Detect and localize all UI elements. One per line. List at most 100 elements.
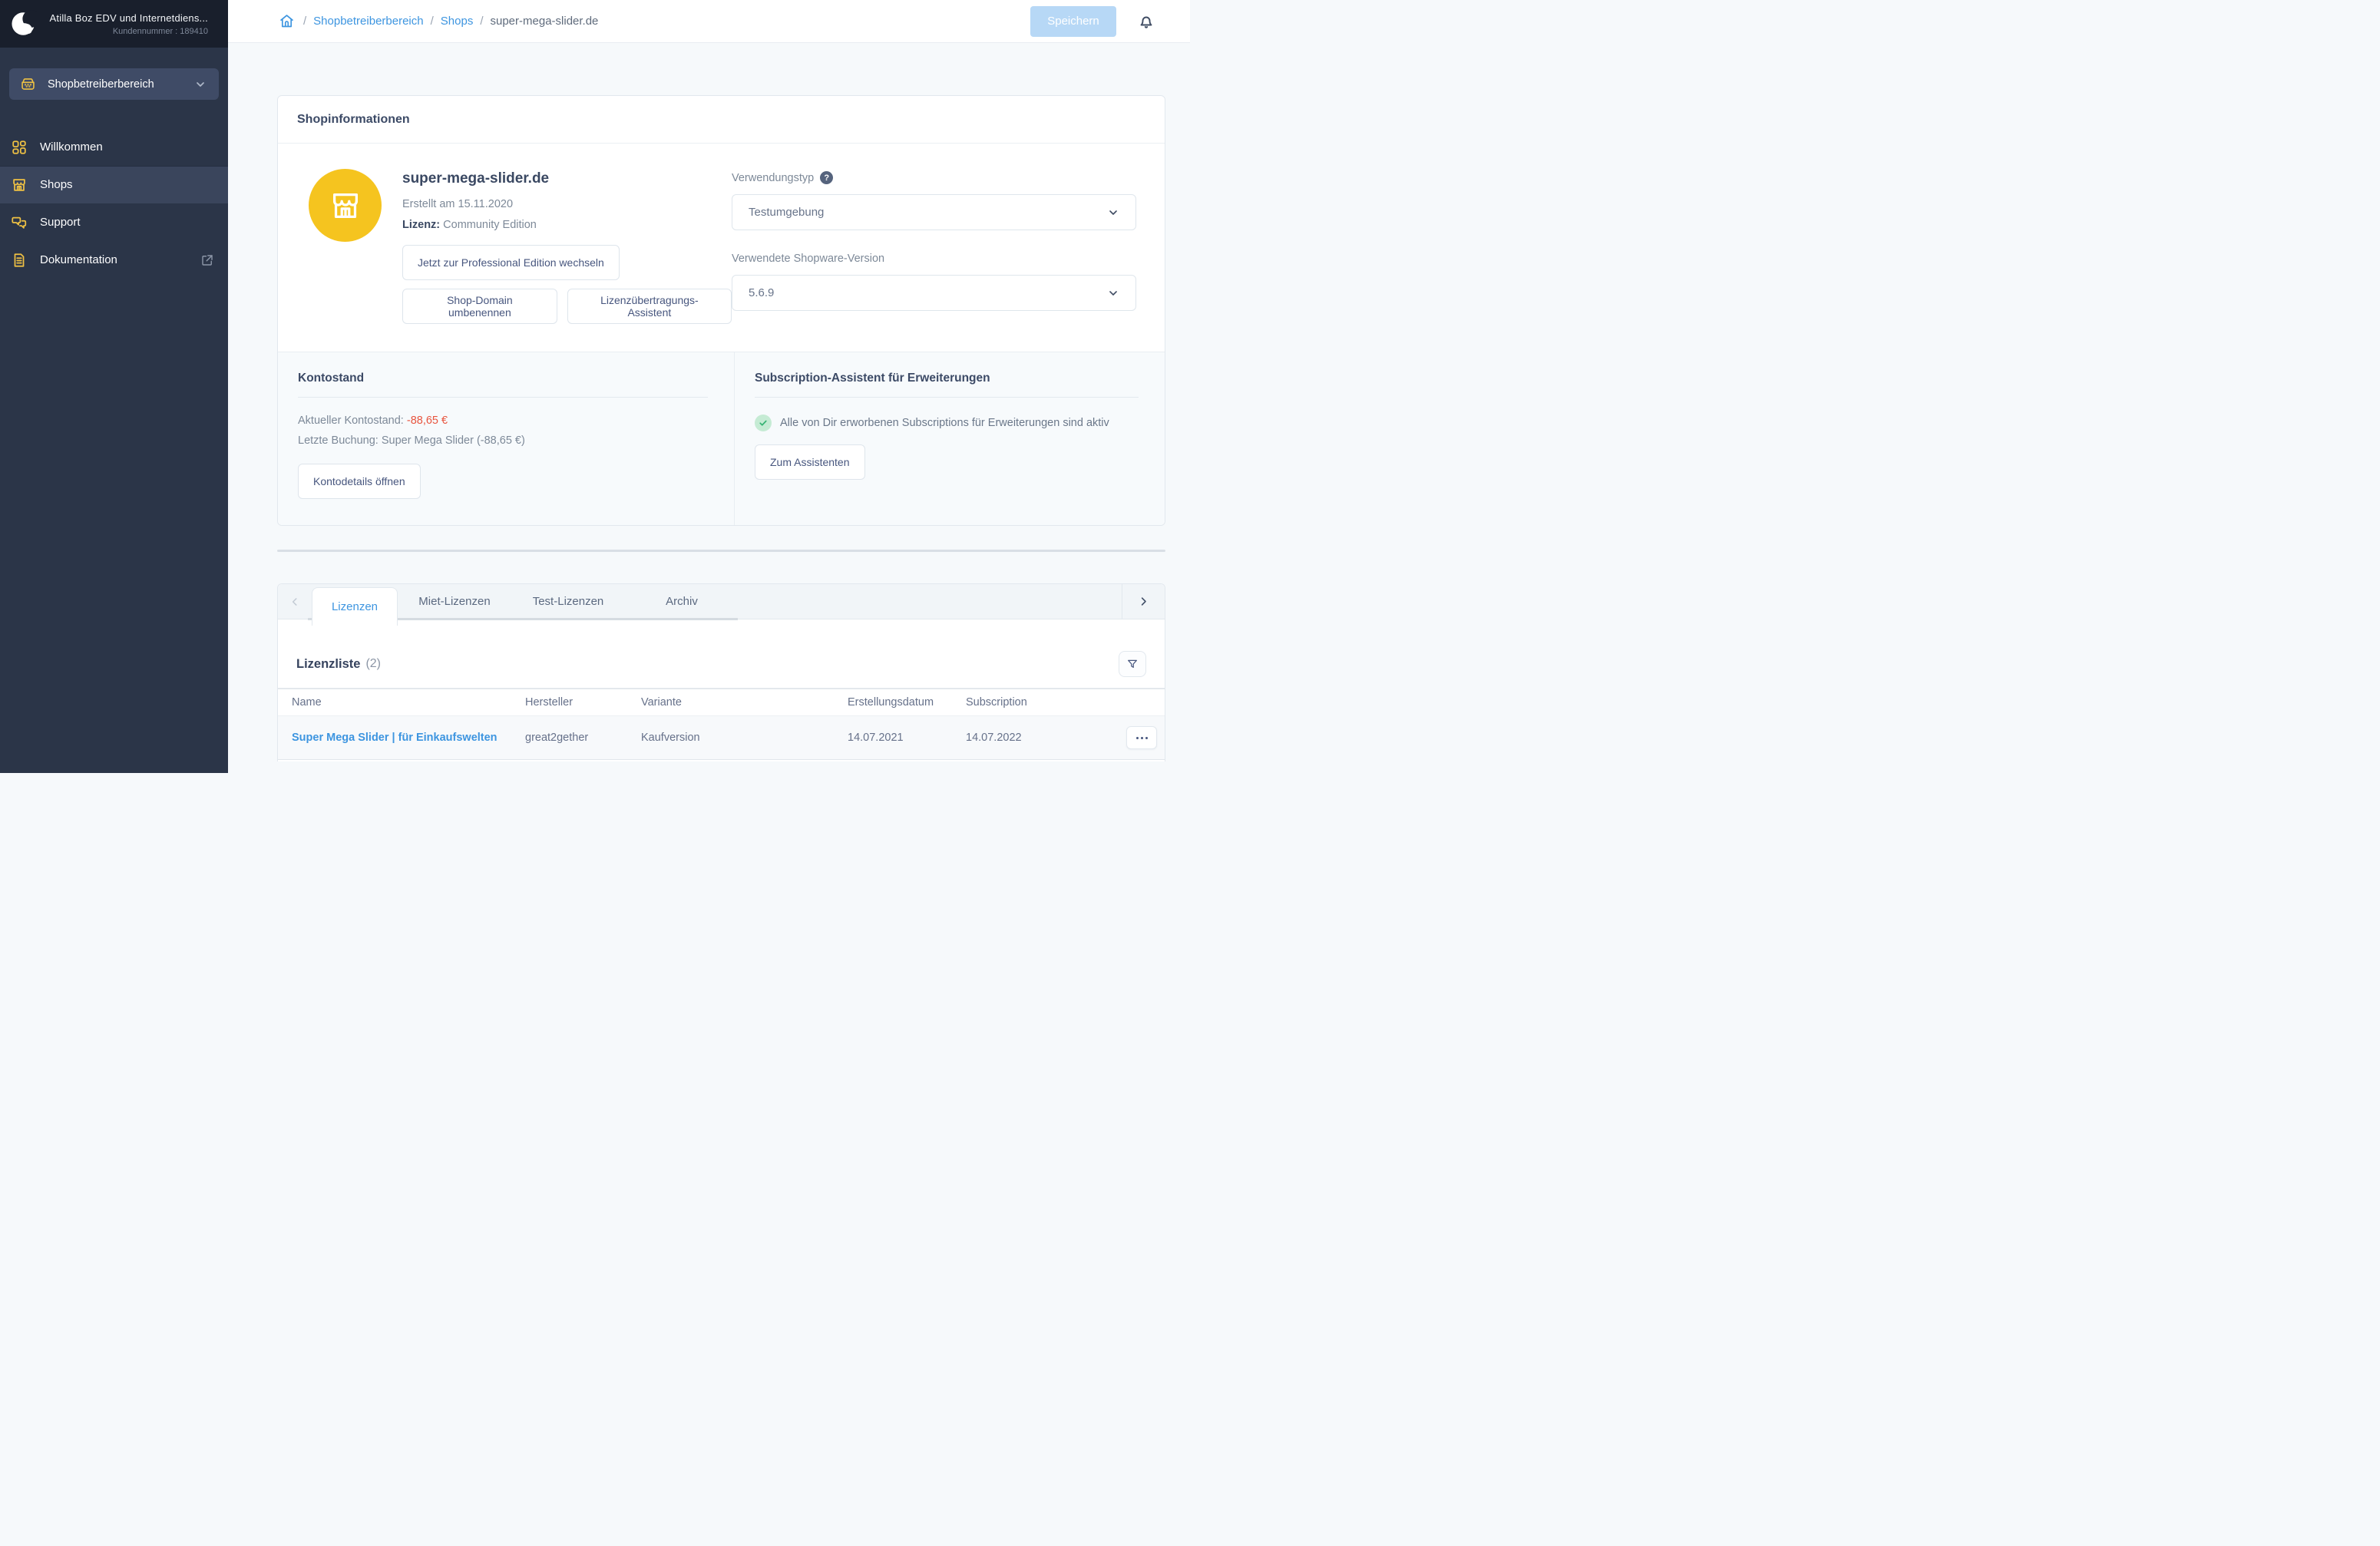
- sidebar-item-support[interactable]: Support: [0, 203, 228, 241]
- to-assistant-button[interactable]: Zum Assistenten: [755, 444, 865, 480]
- chevron-right-icon: [1138, 596, 1149, 607]
- account-balance-section: Kontostand Aktueller Kontostand: -88,65 …: [278, 352, 735, 525]
- sidebar-item-willkommen[interactable]: Willkommen: [0, 128, 228, 166]
- sidebar: Atilla Boz EDV und Internetdiens... Kund…: [0, 0, 228, 773]
- current-balance-label: Aktueller Kontostand:: [298, 415, 404, 427]
- tab-test-lizenzen[interactable]: Test-Lizenzen: [511, 584, 625, 619]
- help-icon[interactable]: ?: [820, 171, 833, 184]
- subscription-assistant-section: Subscription-Assistent für Erweiterungen…: [735, 352, 1165, 525]
- shopware-version-value: 5.6.9: [749, 286, 774, 299]
- subscription-assistant-title: Subscription-Assistent für Erweiterungen: [755, 372, 1139, 398]
- tabs-scroll-right-button[interactable]: [1122, 584, 1165, 619]
- sidebar-item-shops[interactable]: Shops: [0, 166, 228, 203]
- notifications-bell-icon[interactable]: [1137, 12, 1155, 31]
- chevron-left-icon: [289, 596, 300, 607]
- shopware-version-select[interactable]: 5.6.9: [732, 275, 1136, 311]
- license-tabbar: Lizenzen Miet-Lizenzen Test-Lizenzen Arc…: [278, 584, 1165, 619]
- shopware-version-label: Verwendete Shopware-Version: [732, 253, 1136, 265]
- main-area: / Shopbetreiberbereich / Shops / super-m…: [228, 0, 1190, 773]
- breadcrumb-link-shopbetreiberbereich[interactable]: Shopbetreiberbereich: [313, 15, 423, 28]
- account-block: Atilla Boz EDV und Internetdiens... Kund…: [50, 12, 208, 36]
- license-table-header: Name Hersteller Variante Erstellungsdatu…: [278, 689, 1165, 715]
- usage-type-select[interactable]: Testumgebung: [732, 194, 1136, 230]
- chevron-down-icon: [194, 78, 207, 91]
- page-content: Shopinformationen super-mega-slider.de: [228, 43, 1190, 773]
- license-transfer-button[interactable]: Lizenzübertragungs-Assistent: [567, 289, 732, 324]
- document-icon: [11, 252, 28, 269]
- breadcrumb-separator: /: [480, 15, 483, 28]
- current-balance-value: -88,65 €: [407, 415, 448, 427]
- card-title: Shopinformationen: [297, 113, 410, 127]
- account-name: Atilla Boz EDV und Internetdiens...: [50, 12, 208, 24]
- column-variante: Variante: [641, 696, 848, 709]
- external-link-icon: [200, 253, 214, 267]
- storefront-icon: [328, 188, 363, 223]
- license-name-link[interactable]: Super Mega Slider | für Einkaufswelten: [292, 732, 525, 744]
- sidebar-item-dokumentation[interactable]: Dokumentation: [0, 241, 228, 279]
- shop-action-buttons: Jetzt zur Professional Edition wechseln …: [402, 245, 732, 324]
- topbar: / Shopbetreiberbereich / Shops / super-m…: [228, 0, 1190, 43]
- section-divider: [277, 550, 1165, 552]
- customer-number: Kundennummer : 189410: [50, 27, 208, 36]
- license-hersteller: great2gether: [525, 732, 641, 744]
- area-switcher-label: Shopbetreiberbereich: [48, 78, 154, 91]
- license-value: Community Edition: [443, 219, 537, 231]
- save-button[interactable]: Speichern: [1030, 6, 1116, 37]
- column-hersteller: Hersteller: [525, 696, 641, 709]
- account-balance-title: Kontostand: [298, 372, 708, 398]
- sidebar-menu: Willkommen Shops Support: [0, 128, 228, 279]
- account-details-button[interactable]: Kontodetails öffnen: [298, 464, 421, 499]
- license-variante: Kaufversion: [641, 732, 848, 744]
- license-list-header: Lizenzliste (2): [278, 619, 1165, 688]
- tab-archiv[interactable]: Archiv: [625, 584, 739, 619]
- chat-bubbles-icon: [11, 214, 28, 231]
- subscription-status-text: Alle von Dir erworbenen Subscriptions fü…: [780, 417, 1109, 429]
- shop-settings: Verwendungstyp ? Testumgebung Verwendete…: [732, 169, 1136, 324]
- shop-meta: super-mega-slider.de Erstellt am 15.11.2…: [402, 169, 732, 324]
- license-label: Lizenz:: [402, 219, 440, 231]
- shop-domain-title: super-mega-slider.de: [402, 170, 732, 187]
- tab-lizenzen[interactable]: Lizenzen: [312, 587, 398, 626]
- breadcrumb-current: super-mega-slider.de: [491, 15, 599, 28]
- row-context-menu-button[interactable]: [1126, 726, 1157, 749]
- subscription-status-row: Alle von Dir erworbenen Subscriptions fü…: [755, 415, 1139, 431]
- last-booking-line: Letzte Buchung: Super Mega Slider (-88,6…: [298, 434, 708, 447]
- shop-information-header: Shopinformationen: [278, 96, 1165, 144]
- column-erstellungsdatum: Erstellungsdatum: [848, 696, 966, 709]
- dashboard-grid-icon: [11, 139, 28, 156]
- breadcrumb-link-shops[interactable]: Shops: [441, 15, 474, 28]
- basket-icon: [20, 76, 36, 92]
- shop-created-date: Erstellt am 15.11.2020: [402, 198, 732, 210]
- storefront-icon: [11, 177, 28, 193]
- licenses-card: Lizenzen Miet-Lizenzen Test-Lizenzen Arc…: [277, 583, 1165, 761]
- usage-type-label-row: Verwendungstyp ?: [732, 171, 1136, 184]
- filter-button[interactable]: [1119, 651, 1146, 677]
- shopware-logo-icon: [10, 10, 38, 38]
- shop-information-body: super-mega-slider.de Erstellt am 15.11.2…: [278, 144, 1165, 352]
- column-subscription: Subscription: [966, 696, 1120, 709]
- funnel-icon: [1126, 658, 1139, 670]
- rename-domain-button[interactable]: Shop-Domain umbenennen: [402, 289, 557, 324]
- sidebar-item-label: Support: [40, 216, 81, 229]
- area-switcher[interactable]: Shopbetreiberbereich: [9, 68, 219, 100]
- current-balance-line: Aktueller Kontostand: -88,65 €: [298, 415, 708, 427]
- chevron-down-icon: [1107, 287, 1119, 299]
- home-icon[interactable]: [279, 13, 295, 29]
- license-list-count: (2): [365, 657, 381, 671]
- license-list-title: Lizenzliste: [296, 657, 360, 672]
- upgrade-edition-button[interactable]: Jetzt zur Professional Edition wechseln: [402, 245, 620, 280]
- tab-miet-lizenzen[interactable]: Miet-Lizenzen: [398, 584, 511, 619]
- table-row: Super Mega Slider | für Einkaufswelten g…: [278, 715, 1165, 760]
- shop-license: Lizenz: Community Edition: [402, 219, 732, 231]
- breadcrumb-separator: /: [431, 15, 434, 28]
- sidebar-item-label: Shops: [40, 178, 73, 191]
- breadcrumb-separator: /: [303, 15, 306, 28]
- chevron-down-icon: [1107, 206, 1119, 219]
- sidebar-header: Atilla Boz EDV und Internetdiens... Kund…: [0, 0, 228, 48]
- shop-information-card: Shopinformationen super-mega-slider.de: [277, 95, 1165, 526]
- tabs-scroll-left-button[interactable]: [278, 584, 312, 619]
- license-erstellungsdatum: 14.07.2021: [848, 732, 966, 744]
- shop-information-footer: Kontostand Aktueller Kontostand: -88,65 …: [278, 352, 1165, 525]
- sidebar-item-label: Dokumentation: [40, 253, 117, 266]
- shop-summary: super-mega-slider.de Erstellt am 15.11.2…: [309, 169, 732, 324]
